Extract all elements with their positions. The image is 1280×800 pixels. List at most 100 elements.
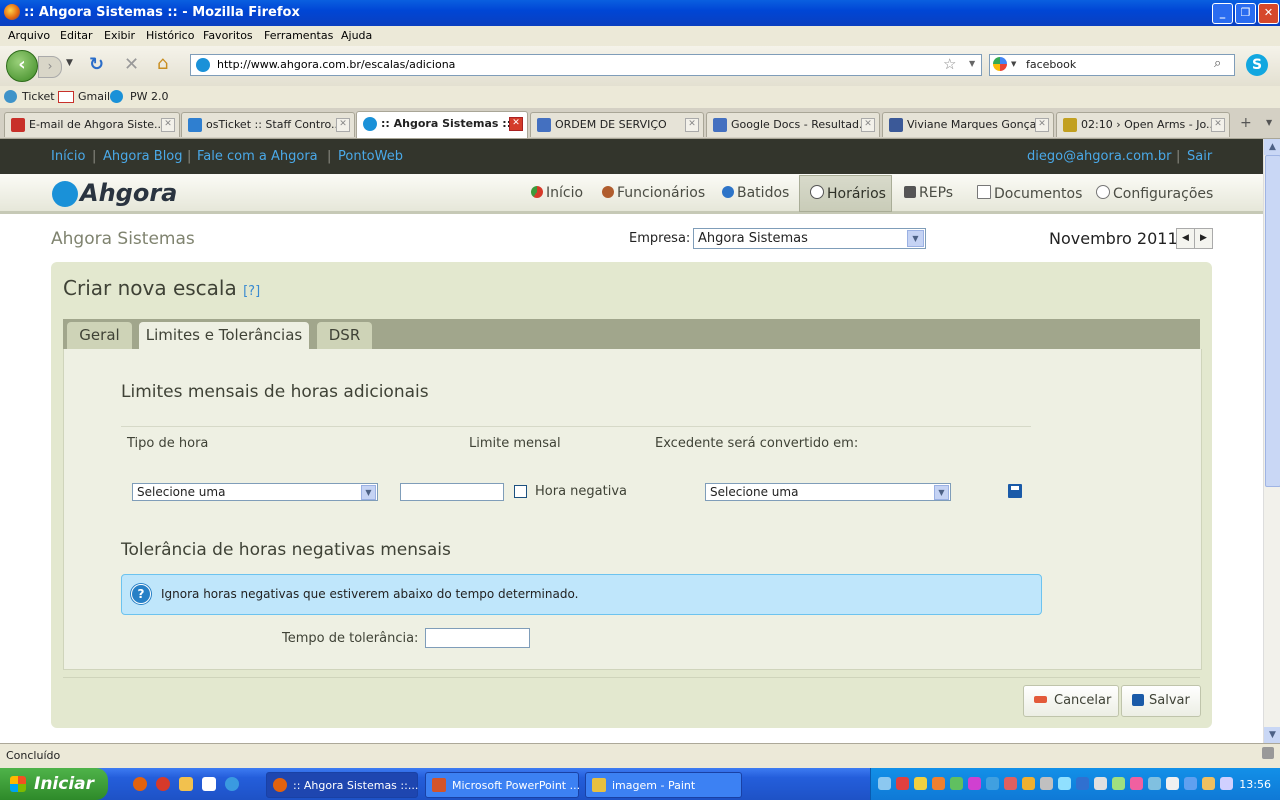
search-engine-dropdown-icon[interactable]: ▼: [1011, 60, 1016, 68]
close-tab-icon[interactable]: ✕: [861, 118, 875, 132]
tray-icon[interactable]: [968, 777, 981, 790]
taskbar-item-powerpoint[interactable]: Microsoft PowerPoint ...: [425, 772, 580, 798]
save-row-icon[interactable]: [1008, 484, 1022, 498]
cancel-button[interactable]: Cancelar: [1023, 685, 1119, 717]
minimize-button[interactable]: _: [1212, 3, 1233, 24]
menu-editar[interactable]: Editar: [60, 29, 93, 42]
tray-icon[interactable]: [914, 777, 927, 790]
tray-icon[interactable]: [1022, 777, 1035, 790]
nav-horarios[interactable]: Horários: [810, 185, 886, 202]
tab-list-icon[interactable]: ▼: [1266, 118, 1272, 127]
browser-tab-active[interactable]: :: Ahgora Sistemas :: ✕: [356, 111, 528, 138]
tray-icon[interactable]: [1130, 777, 1143, 790]
menu-ferramentas[interactable]: Ferramentas: [264, 29, 333, 42]
browser-tab[interactable]: Google Docs - Resultad... ✕: [706, 112, 880, 137]
next-month-button[interactable]: ▶: [1194, 228, 1213, 249]
close-tab-icon[interactable]: ✕: [1035, 118, 1049, 132]
user-email-link[interactable]: diego@ahgora.com.br: [1027, 149, 1171, 164]
page-scrollbar[interactable]: ▲ ▼: [1263, 139, 1280, 743]
topnav-inicio[interactable]: Início: [51, 149, 85, 164]
chrome-quicklaunch-icon[interactable]: [156, 777, 170, 791]
taskbar-item-paint[interactable]: imagem - Paint: [585, 772, 742, 798]
browser-tab[interactable]: osTicket :: Staff Contro... ✕: [181, 112, 355, 137]
tipo-hora-select[interactable]: Selecione uma ▼: [132, 483, 378, 501]
tray-icon[interactable]: [986, 777, 999, 790]
reload-icon[interactable]: ↻: [89, 54, 104, 75]
scroll-up-icon[interactable]: ▲: [1264, 139, 1280, 155]
close-tab-icon[interactable]: ✕: [336, 118, 350, 132]
search-icon[interactable]: ⌕: [1214, 56, 1221, 71]
tray-icon[interactable]: [896, 777, 909, 790]
bluetooth-icon[interactable]: [1076, 777, 1089, 790]
stop-icon[interactable]: ✕: [124, 54, 139, 75]
app-quicklaunch-icon[interactable]: [202, 777, 216, 791]
bookmark-ticket[interactable]: Ticket: [22, 90, 55, 103]
limite-mensal-input[interactable]: [400, 483, 504, 501]
search-input[interactable]: ▼ facebook ⌕: [989, 54, 1235, 76]
folder-quicklaunch-icon[interactable]: [179, 777, 193, 791]
tab-dsr[interactable]: DSR: [317, 322, 372, 349]
help-link[interactable]: [?]: [243, 284, 260, 299]
prev-month-button[interactable]: ◀: [1176, 228, 1195, 249]
bookmark-star-icon[interactable]: ☆: [943, 55, 956, 73]
url-bar[interactable]: http://www.ahgora.com.br/escalas/adicion…: [190, 54, 982, 76]
scroll-down-icon[interactable]: ▼: [1264, 727, 1280, 743]
tolerancia-input[interactable]: [425, 628, 530, 648]
ie-quicklaunch-icon[interactable]: [225, 777, 239, 791]
save-button[interactable]: Salvar: [1121, 685, 1201, 717]
bookmark-pw[interactable]: PW 2.0: [130, 90, 169, 103]
topnav-pontoweb[interactable]: PontoWeb: [338, 149, 403, 164]
back-button[interactable]: ‹: [6, 50, 38, 82]
tray-icon[interactable]: [932, 777, 945, 790]
browser-tab[interactable]: ORDEM DE SERVIÇO ✕: [530, 112, 704, 137]
url-dropdown-icon[interactable]: ▼: [969, 59, 975, 68]
nav-documentos[interactable]: Documentos: [977, 185, 1082, 202]
status-addon-icon[interactable]: [1262, 747, 1274, 759]
menu-arquivo[interactable]: Arquivo: [8, 29, 50, 42]
forward-button[interactable]: ›: [38, 56, 62, 78]
close-button[interactable]: ✕: [1258, 3, 1279, 24]
volume-icon[interactable]: [1058, 777, 1071, 790]
hora-negativa-checkbox[interactable]: [514, 485, 527, 498]
close-tab-icon[interactable]: ✕: [509, 117, 523, 131]
excedente-select[interactable]: Selecione uma ▼: [705, 483, 951, 501]
home-icon[interactable]: ⌂: [157, 53, 168, 74]
menu-ajuda[interactable]: Ajuda: [341, 29, 372, 42]
empresa-select[interactable]: Ahgora Sistemas ▼: [693, 228, 926, 249]
tray-icon[interactable]: [1202, 777, 1215, 790]
close-tab-icon[interactable]: ✕: [685, 118, 699, 132]
google-icon[interactable]: [993, 57, 1007, 71]
ahgora-logo[interactable]: Ahgora: [52, 179, 177, 207]
nav-funcionarios[interactable]: Funcionários: [602, 185, 705, 201]
close-tab-icon[interactable]: ✕: [161, 118, 175, 132]
nav-configuracoes[interactable]: Configurações: [1096, 185, 1213, 202]
topnav-fale[interactable]: Fale com a Ahgora: [197, 149, 318, 164]
tray-icon[interactable]: [1040, 777, 1053, 790]
taskbar-item-firefox[interactable]: :: Ahgora Sistemas ::...: [266, 772, 418, 798]
firefox-quicklaunch-icon[interactable]: [133, 777, 147, 791]
tray-icon[interactable]: [950, 777, 963, 790]
browser-tab[interactable]: 02:10 › Open Arms - Jo... ✕: [1056, 112, 1230, 137]
tray-icon[interactable]: [878, 777, 891, 790]
history-dropdown-icon[interactable]: ▼: [66, 58, 73, 68]
tray-icon[interactable]: [1220, 777, 1233, 790]
scroll-thumb[interactable]: [1265, 155, 1280, 487]
menu-favoritos[interactable]: Favoritos: [203, 29, 253, 42]
tray-icon[interactable]: [1148, 777, 1161, 790]
browser-tab[interactable]: Viviane Marques Gonçal... ✕: [882, 112, 1054, 137]
new-tab-icon[interactable]: +: [1240, 115, 1252, 131]
tab-limites[interactable]: Limites e Tolerâncias: [139, 322, 309, 349]
start-button[interactable]: Iniciar: [0, 768, 108, 800]
tray-icon[interactable]: [1184, 777, 1197, 790]
maximize-button[interactable]: ❐: [1235, 3, 1256, 24]
nav-batidos[interactable]: Batidos: [722, 185, 789, 201]
nav-reps[interactable]: REPs: [904, 185, 953, 201]
tab-geral[interactable]: Geral: [67, 322, 132, 349]
tray-icon[interactable]: [1112, 777, 1125, 790]
logout-link[interactable]: Sair: [1187, 149, 1212, 164]
browser-tab[interactable]: E-mail de Ahgora Siste... ✕: [4, 112, 180, 137]
skype-icon[interactable]: S: [1246, 54, 1268, 76]
bookmark-gmail[interactable]: Gmail: [78, 90, 110, 103]
menu-historico[interactable]: Histórico: [146, 29, 194, 42]
close-tab-icon[interactable]: ✕: [1211, 118, 1225, 132]
